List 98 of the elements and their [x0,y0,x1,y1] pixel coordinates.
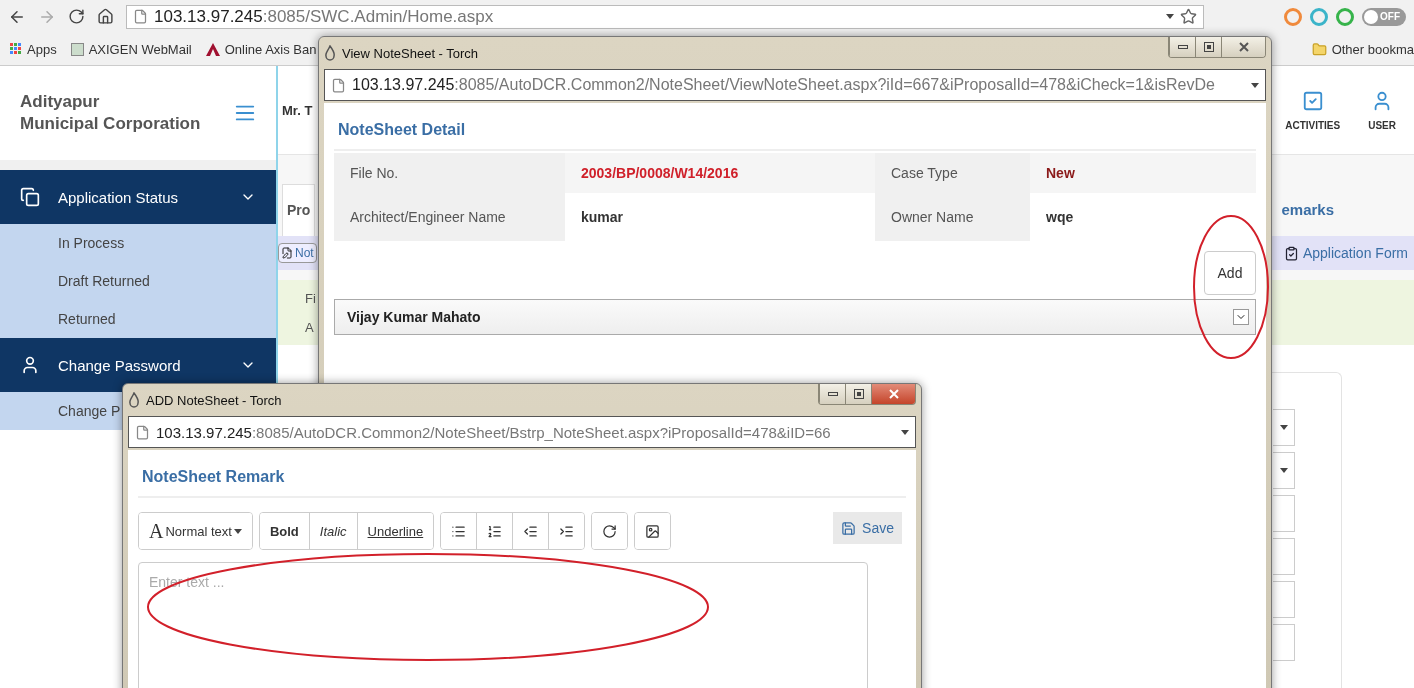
maximize-icon [1203,42,1214,52]
accordion-title: Vijay Kumar Mahato [347,309,481,325]
select-field[interactable] [1273,409,1295,446]
bank-logo-icon [205,42,220,56]
field-label: File No. [334,153,565,193]
url-path: :8085/SWC.Admin/Home.aspx [262,6,495,27]
reload-icon[interactable] [68,8,85,26]
redo-button[interactable] [592,513,628,549]
address-bar[interactable]: 103.13.97.245:8085/AutoDCR.Common2/NoteSheet/Bstrp_NoteSheet.aspx?iProposalId=478&iID=66 [128,416,916,448]
list-icon [451,523,467,539]
home-icon[interactable] [97,8,114,26]
info-label: A [305,319,314,335]
indent-icon [559,523,575,539]
address-bar[interactable]: 103.13.97.245:8085/AutoDCR.Common2/NoteSheet/ViewNoteSheet.aspx?iId=667&iProposalId=478&iCheck=1&isRevDe [324,69,1266,101]
sidebar-item[interactable]: In Process [58,224,125,262]
section-heading: NoteSheet Detail [334,103,1256,151]
text-style-dropdown[interactable]: A Normal text [139,513,252,549]
page-icon [331,77,346,93]
dropdown-icon[interactable] [1279,468,1288,473]
dropdown-icon[interactable] [1279,425,1288,430]
numbered-list-icon [487,523,503,539]
note-icon [281,247,293,259]
info-label: Fi [305,290,316,306]
user-name: Mr. T [282,102,313,118]
sidebar-section[interactable]: Application Status [0,170,276,224]
dropdown-icon[interactable] [1251,82,1259,88]
close-button[interactable] [1221,37,1265,57]
image-icon [645,523,661,539]
outdent-icon [523,523,539,539]
documents-icon [20,187,40,207]
redo-icon [602,523,618,539]
folder-icon [1311,41,1327,57]
page-icon [133,9,148,25]
minimize-button[interactable] [1169,37,1195,57]
mail-icon [70,42,84,56]
application-form-link[interactable]: Application Form [1283,245,1414,261]
tab[interactable]: emarks [1281,201,1414,236]
bookmark-folder[interactable]: Other bookma [1311,41,1414,57]
window-title: View NoteSheet - Torch [342,45,480,61]
field-value: wqe [1045,209,1075,225]
save-icon [841,520,857,536]
minimize-button[interactable] [819,384,845,404]
input-field[interactable] [1273,538,1295,575]
url-host: 103.13.97.245 [154,6,263,27]
checkbox-icon [1301,89,1324,112]
field-value: 2003/BP/0008/W14/2016 [580,165,740,181]
star-icon[interactable] [1180,8,1197,26]
add-button[interactable]: Add [1204,251,1256,295]
tab[interactable]: Pro [282,184,316,236]
insert-image-button[interactable] [635,513,671,549]
close-icon [888,389,899,399]
address-bar[interactable]: 103.13.97.245:8085/SWC.Admin/Home.aspx [126,4,1204,29]
field-label: Case Type [875,153,1030,193]
header-action[interactable]: ACTIVITIES [1285,89,1341,131]
select-field[interactable] [1273,452,1295,489]
minimize-icon [1177,45,1188,49]
url-path: :8085/AutoDCR.Common2/NoteSheet/Bstrp_NoteSheet.aspx?iProposalId=478&iID=66 [251,423,832,441]
field-value: kumar [580,209,625,225]
field-label: Architect/Engineer Name [334,193,565,241]
url-host: 103.13.97.245 [352,76,455,94]
close-button[interactable] [871,384,915,404]
bookmark-item[interactable]: AXIGEN WebMail [70,41,192,57]
page-icon [135,424,150,440]
dropdown-icon[interactable] [233,528,242,534]
note-button[interactable]: Not [278,243,317,263]
bookmark-item[interactable]: Apps [10,41,57,57]
input-field[interactable] [1273,624,1295,661]
accordion-header[interactable]: Vijay Kumar Mahato [334,299,1256,335]
expand-button[interactable] [1233,309,1249,325]
field-value: New [1045,165,1076,181]
brand-name: Adityapur Municipal Corporation [20,91,201,135]
apps-grid-icon [10,43,22,56]
close-icon [1238,42,1249,52]
window-title: ADD NoteSheet - Torch [146,392,283,408]
sidebar-item[interactable]: Change P [58,392,121,430]
editor-field[interactable]: Enter text ... [138,562,868,688]
bookmark-item[interactable]: Online Axis Ban [205,41,317,57]
input-field[interactable] [1273,495,1295,532]
url-path: :8085/AutoDCR.Common2/NoteSheet/ViewNoteSheet.aspx?iId=667&iProposalId=478&iCheck=1&isRevDe [454,76,1216,94]
maximize-button[interactable] [845,384,871,404]
dropdown-icon[interactable] [901,429,909,435]
sidebar-item[interactable]: Returned [58,300,116,338]
header-action[interactable]: USER [1368,89,1396,131]
url-host: 103.13.97.245 [156,423,252,441]
maximize-button[interactable] [1195,37,1221,57]
save-button[interactable]: Save [833,512,902,544]
input-field[interactable] [1273,581,1295,618]
section-heading: NoteSheet Remark [138,450,906,498]
indent-button[interactable] [548,513,585,549]
field-label: Owner Name [875,193,1030,241]
clipboard-icon [1283,245,1299,261]
dropdown-icon[interactable] [1166,14,1174,20]
sidebar-section[interactable]: Change Password [0,338,276,392]
format-button[interactable]: Underline [356,513,434,549]
sidebar-item[interactable]: Draft Returned [58,262,150,300]
user-icon [20,355,40,375]
minimize-icon [827,392,838,396]
maximize-icon [853,389,864,399]
